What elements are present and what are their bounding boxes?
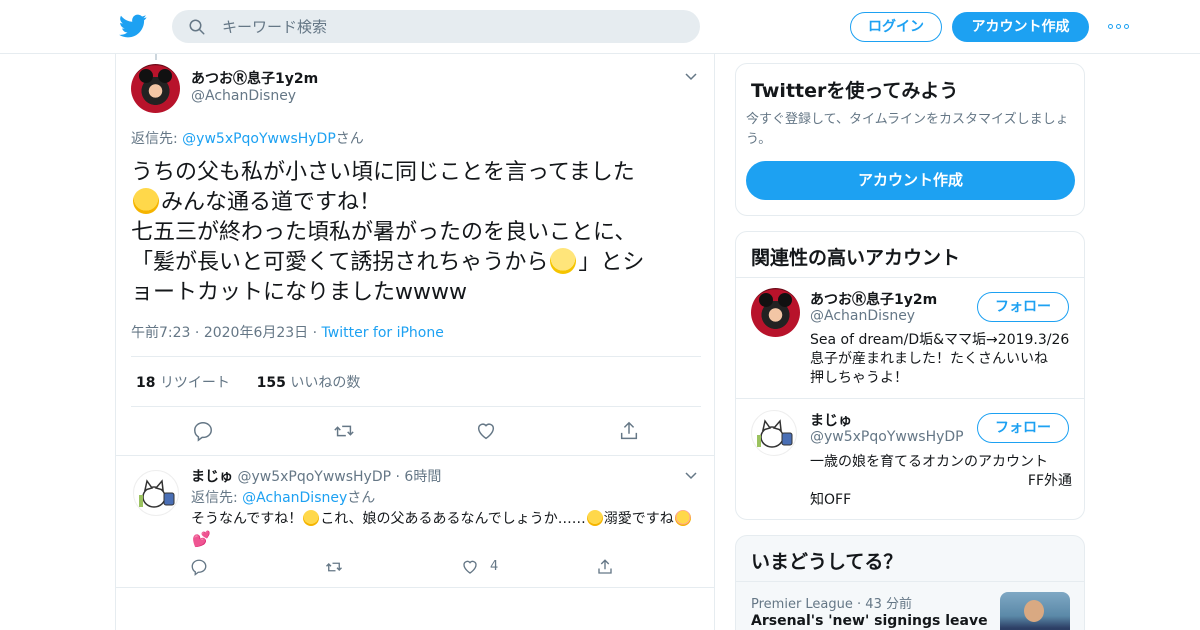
rolling-on-floor-laughing-icon bbox=[303, 510, 320, 526]
divider bbox=[736, 398, 1084, 399]
reply-icon[interactable] bbox=[192, 420, 214, 442]
reply-like-count: 4 bbox=[490, 559, 499, 574]
related-accounts-title: 関連性の高いアカウント bbox=[751, 247, 961, 269]
face-with-rolling-eyes-icon bbox=[550, 248, 577, 274]
divider bbox=[116, 587, 714, 588]
smiling-face-icon bbox=[674, 510, 691, 526]
reply-to-link[interactable]: @AchanDisney bbox=[242, 490, 347, 506]
reply-text-part: 溺愛ですね bbox=[603, 511, 674, 527]
divider bbox=[736, 581, 1084, 582]
avatar[interactable] bbox=[133, 470, 179, 516]
twitter-bird-icon[interactable] bbox=[119, 12, 147, 40]
tweet-stats: 18 リツイート 155 いいねの数 bbox=[136, 372, 360, 392]
trends-title: いまどうしてる？ bbox=[751, 551, 903, 573]
follow-button[interactable]: フォロー bbox=[977, 413, 1069, 443]
account-bio: Sea of dream/D垢&ママ垢→2019.3/26 息子が産まれました！… bbox=[810, 332, 1070, 386]
divider bbox=[131, 406, 701, 407]
rolling-on-floor-laughing-icon bbox=[586, 510, 603, 526]
two-hearts-icon: 💕 bbox=[192, 530, 211, 548]
signup-button[interactable]: アカウント作成 bbox=[952, 12, 1089, 42]
account-handle[interactable]: @yw5xPqoYwwsHyDP bbox=[810, 429, 964, 445]
tweet-text: うちの父も私が小さい頃に同じことを言ってました みんな通る道ですね！ 七五三が終… bbox=[131, 158, 691, 308]
face-with-tears-of-joy-icon bbox=[133, 188, 159, 214]
tweet-author-handle[interactable]: @AchanDisney bbox=[191, 88, 296, 104]
chevron-down-icon[interactable] bbox=[685, 469, 697, 481]
reply-text-part: そうなんですね！ bbox=[191, 511, 303, 527]
divider bbox=[131, 356, 701, 357]
share-icon[interactable] bbox=[618, 420, 640, 442]
avatar[interactable] bbox=[751, 410, 797, 456]
reply-prefix: 返信先: bbox=[191, 490, 243, 506]
trend-thumbnail[interactable] bbox=[1000, 592, 1070, 630]
tweet-text-line: 」とシ bbox=[578, 250, 645, 275]
tweet-text-line: 「髪が長いと可愛くて誘拐されちゃうから bbox=[131, 250, 549, 275]
reply-context: 返信先: @yw5xPqoYwwsHyDPさん bbox=[131, 128, 364, 148]
reply-author-handle[interactable]: @yw5xPqoYwwsHyDP bbox=[237, 469, 391, 485]
login-button[interactable]: ログイン bbox=[850, 12, 942, 42]
signup-card-title: Twitterを使ってみよう bbox=[751, 80, 959, 102]
search-box[interactable] bbox=[172, 10, 700, 43]
reply-suffix: さん bbox=[335, 131, 364, 147]
tweet-time[interactable]: 午前7:23 bbox=[131, 325, 190, 341]
trend-title[interactable]: Arsenal's 'new' signings leave bbox=[751, 613, 988, 629]
reply-header: まじゅ @yw5xPqoYwwsHyDP · 6時間 bbox=[191, 469, 442, 485]
related-accounts-card: 関連性の高いアカウント あつおⓇ息子1y2m @AchanDisney フォロー… bbox=[735, 231, 1085, 520]
share-icon[interactable] bbox=[596, 558, 614, 576]
tweet-date[interactable]: 2020年6月23日 bbox=[204, 325, 308, 341]
account-handle[interactable]: @AchanDisney bbox=[810, 308, 915, 324]
trend-meta: Premier League · 43 分前 bbox=[751, 597, 912, 612]
divider bbox=[736, 277, 1084, 278]
avatar[interactable] bbox=[751, 288, 800, 337]
reply-prefix: 返信先: bbox=[131, 131, 183, 147]
more-options-icon[interactable] bbox=[1108, 24, 1129, 29]
divider bbox=[116, 455, 714, 456]
reply-text: そうなんですね！ これ、娘の父あるあるなんでしょうか…… 溺愛ですね 💕 bbox=[191, 509, 696, 550]
account-bio: 一歳の娘を育てるオカンのアカウント FF外通 知OFF bbox=[810, 454, 1072, 508]
reply-context: 返信先: @AchanDisneyさん bbox=[191, 487, 375, 507]
reply-icon[interactable] bbox=[190, 558, 208, 576]
chevron-down-icon[interactable] bbox=[685, 70, 697, 82]
main-column: あつおⓇ息子1y2m @AchanDisney 返信先: @yw5xPqoYww… bbox=[115, 54, 715, 630]
signup-card-subtitle: 今すぐ登録して、タイムラインをカスタマイズしましょう。 bbox=[746, 112, 1069, 147]
reply-time[interactable]: 6時間 bbox=[404, 469, 441, 485]
tweet-text-line: うちの父も私が小さい頃に同じことを言ってました bbox=[131, 160, 635, 185]
tweet-timestamp: 午前7:23 · 2020年6月23日 · Twitter for iPhone bbox=[131, 325, 444, 341]
signup-card: Twitterを使ってみよう 今すぐ登録して、タイムラインをカスタマイズしましょ… bbox=[735, 63, 1085, 216]
search-input[interactable] bbox=[222, 10, 682, 43]
like-stat[interactable]: 155 いいねの数 bbox=[257, 375, 361, 391]
tweet-text-line: ョートカットになりましたwwww bbox=[131, 280, 467, 305]
heart-icon[interactable] bbox=[475, 420, 497, 442]
retweet-icon[interactable] bbox=[325, 558, 343, 576]
account-name[interactable]: まじゅ bbox=[810, 410, 852, 430]
signup-card-button[interactable]: アカウント作成 bbox=[746, 161, 1075, 200]
retweet-stat[interactable]: 18 リツイート bbox=[136, 375, 230, 391]
reply-suffix: さん bbox=[347, 490, 376, 506]
tweet-source[interactable]: Twitter for iPhone bbox=[322, 325, 444, 341]
tweet-text-line: みんな通る道ですね！ bbox=[161, 190, 382, 215]
account-name[interactable]: あつおⓇ息子1y2m bbox=[810, 289, 937, 309]
retweet-icon[interactable] bbox=[333, 420, 355, 442]
reply-author-name[interactable]: まじゅ bbox=[191, 469, 233, 485]
trends-card: いまどうしてる？ Premier League · 43 分前 Arsenal'… bbox=[735, 535, 1085, 630]
tweet-author-name[interactable]: あつおⓇ息子1y2m bbox=[191, 68, 318, 88]
avatar[interactable] bbox=[131, 64, 180, 113]
top-bar: ログイン アカウント作成 bbox=[0, 0, 1200, 54]
tweet-text-line: 七五三が終わった頃私が暑がったのを良いことに、 bbox=[131, 220, 637, 245]
search-icon bbox=[189, 19, 205, 35]
reply-text-part: これ、娘の父あるあるなんでしょうか…… bbox=[320, 511, 586, 527]
heart-icon[interactable] bbox=[461, 558, 479, 576]
follow-button[interactable]: フォロー bbox=[977, 292, 1069, 322]
reply-to-link[interactable]: @yw5xPqoYwwsHyDP bbox=[182, 131, 336, 147]
